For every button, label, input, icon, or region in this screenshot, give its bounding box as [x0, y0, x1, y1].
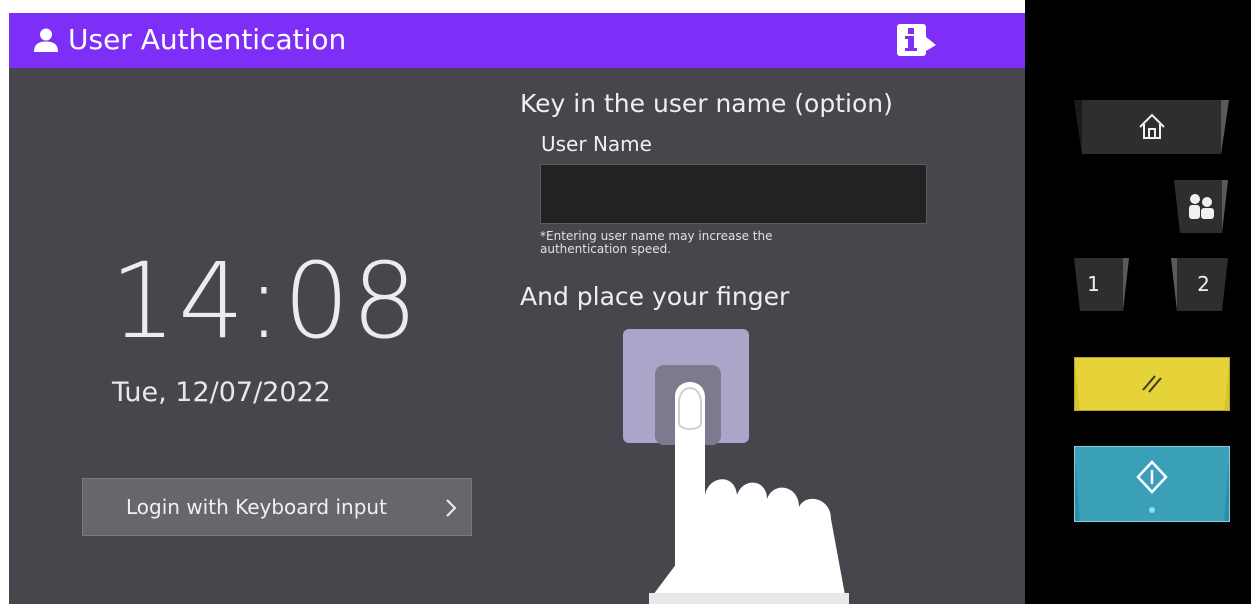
touch-screen: User Authentication 14:08 Tue, 12/07/202…: [9, 13, 1025, 604]
reset-icon: [1142, 375, 1162, 393]
users-icon: [1189, 194, 1214, 219]
home-icon: [1139, 113, 1165, 139]
clock-date: Tue, 12/07/2022: [112, 377, 331, 408]
reset-button[interactable]: [1074, 357, 1230, 411]
username-heading: Key in the user name (option): [520, 89, 893, 118]
chevron-right-icon: [446, 499, 457, 517]
user-switch-button[interactable]: [1174, 180, 1228, 233]
key-2-button[interactable]: 2: [1171, 258, 1228, 311]
fingerprint-reader-icon: [623, 329, 849, 604]
username-note: *Entering user name may increase the aut…: [540, 229, 773, 256]
username-label: User Name: [541, 132, 652, 156]
username-input[interactable]: [540, 164, 927, 224]
start-icon: [1136, 460, 1168, 494]
title-bar: User Authentication: [9, 13, 1025, 68]
key-1-button[interactable]: 1: [1074, 258, 1129, 311]
start-button[interactable]: [1074, 446, 1230, 522]
clock-time: 14:08: [110, 240, 420, 362]
keyboard-login-label: Login with Keyboard input: [126, 495, 387, 519]
key-1-label: 1: [1087, 272, 1100, 296]
fingerprint-heading: And place your finger: [520, 282, 790, 311]
home-button[interactable]: [1074, 100, 1229, 154]
page-title: User Authentication: [68, 23, 347, 56]
hardware-panel: 1 2: [1025, 0, 1251, 604]
key-2-label: 2: [1197, 272, 1210, 296]
keyboard-login-button[interactable]: Login with Keyboard input: [82, 478, 472, 536]
user-icon: [34, 28, 58, 52]
info-icon[interactable]: [894, 23, 940, 57]
